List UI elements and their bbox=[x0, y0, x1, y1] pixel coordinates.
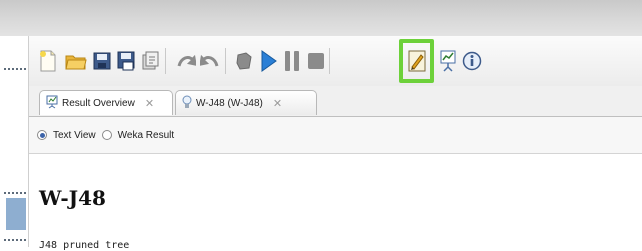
main-panel: Result Overview ✕ W-J48 (W-J48) ✕ Text V… bbox=[28, 36, 642, 251]
result-heading: W-J48 bbox=[39, 186, 106, 210]
open-folder-icon[interactable] bbox=[63, 47, 89, 75]
toolbar-separator bbox=[225, 48, 226, 74]
undo-icon[interactable] bbox=[173, 47, 199, 75]
result-text-area[interactable]: W-J48 J48 pruned tree bbox=[29, 154, 642, 251]
result-overview-icon bbox=[46, 95, 58, 112]
weka-result-label: Weka Result bbox=[117, 129, 175, 141]
lightbulb-icon bbox=[182, 95, 192, 112]
stop-icon[interactable] bbox=[303, 47, 329, 75]
run-icon[interactable] bbox=[255, 47, 281, 75]
window-title-bar bbox=[0, 0, 642, 36]
tab-w-j48[interactable]: W-J48 (W-J48) ✕ bbox=[175, 90, 317, 115]
text-view-radio[interactable] bbox=[37, 130, 47, 140]
export-icon[interactable] bbox=[137, 47, 163, 75]
left-panel-strip bbox=[0, 36, 28, 247]
info-icon[interactable] bbox=[459, 47, 485, 75]
tree-connector bbox=[4, 68, 26, 70]
text-view-label: Text View bbox=[53, 129, 96, 141]
build-icon[interactable] bbox=[404, 47, 430, 75]
stop-all-icon[interactable] bbox=[231, 47, 257, 75]
tab-label: Result Overview bbox=[62, 97, 135, 109]
result-subtext: J48 pruned tree bbox=[39, 240, 130, 251]
tab-result-overview[interactable]: Result Overview ✕ bbox=[39, 90, 173, 115]
result-viewer-icon[interactable] bbox=[435, 47, 461, 75]
toolbar bbox=[29, 36, 642, 87]
tab-bar: Result Overview ✕ W-J48 (W-J48) ✕ bbox=[29, 86, 642, 117]
view-mode-bar: Text View Weka Result bbox=[29, 117, 642, 154]
toolbar-separator bbox=[165, 48, 166, 74]
save-icon[interactable] bbox=[89, 47, 115, 75]
close-icon[interactable]: ✕ bbox=[145, 97, 154, 110]
weka-result-radio[interactable] bbox=[101, 130, 112, 140]
save-as-icon[interactable] bbox=[113, 47, 139, 75]
toolbar-separator bbox=[329, 48, 330, 74]
close-icon[interactable]: ✕ bbox=[273, 97, 282, 110]
tree-connector bbox=[4, 239, 26, 241]
tree-connector bbox=[4, 192, 26, 194]
pause-icon[interactable] bbox=[279, 47, 305, 75]
left-panel-block bbox=[6, 198, 26, 230]
new-file-icon[interactable] bbox=[35, 47, 61, 75]
redo-icon[interactable] bbox=[197, 47, 223, 75]
tab-label: W-J48 (W-J48) bbox=[196, 97, 263, 109]
